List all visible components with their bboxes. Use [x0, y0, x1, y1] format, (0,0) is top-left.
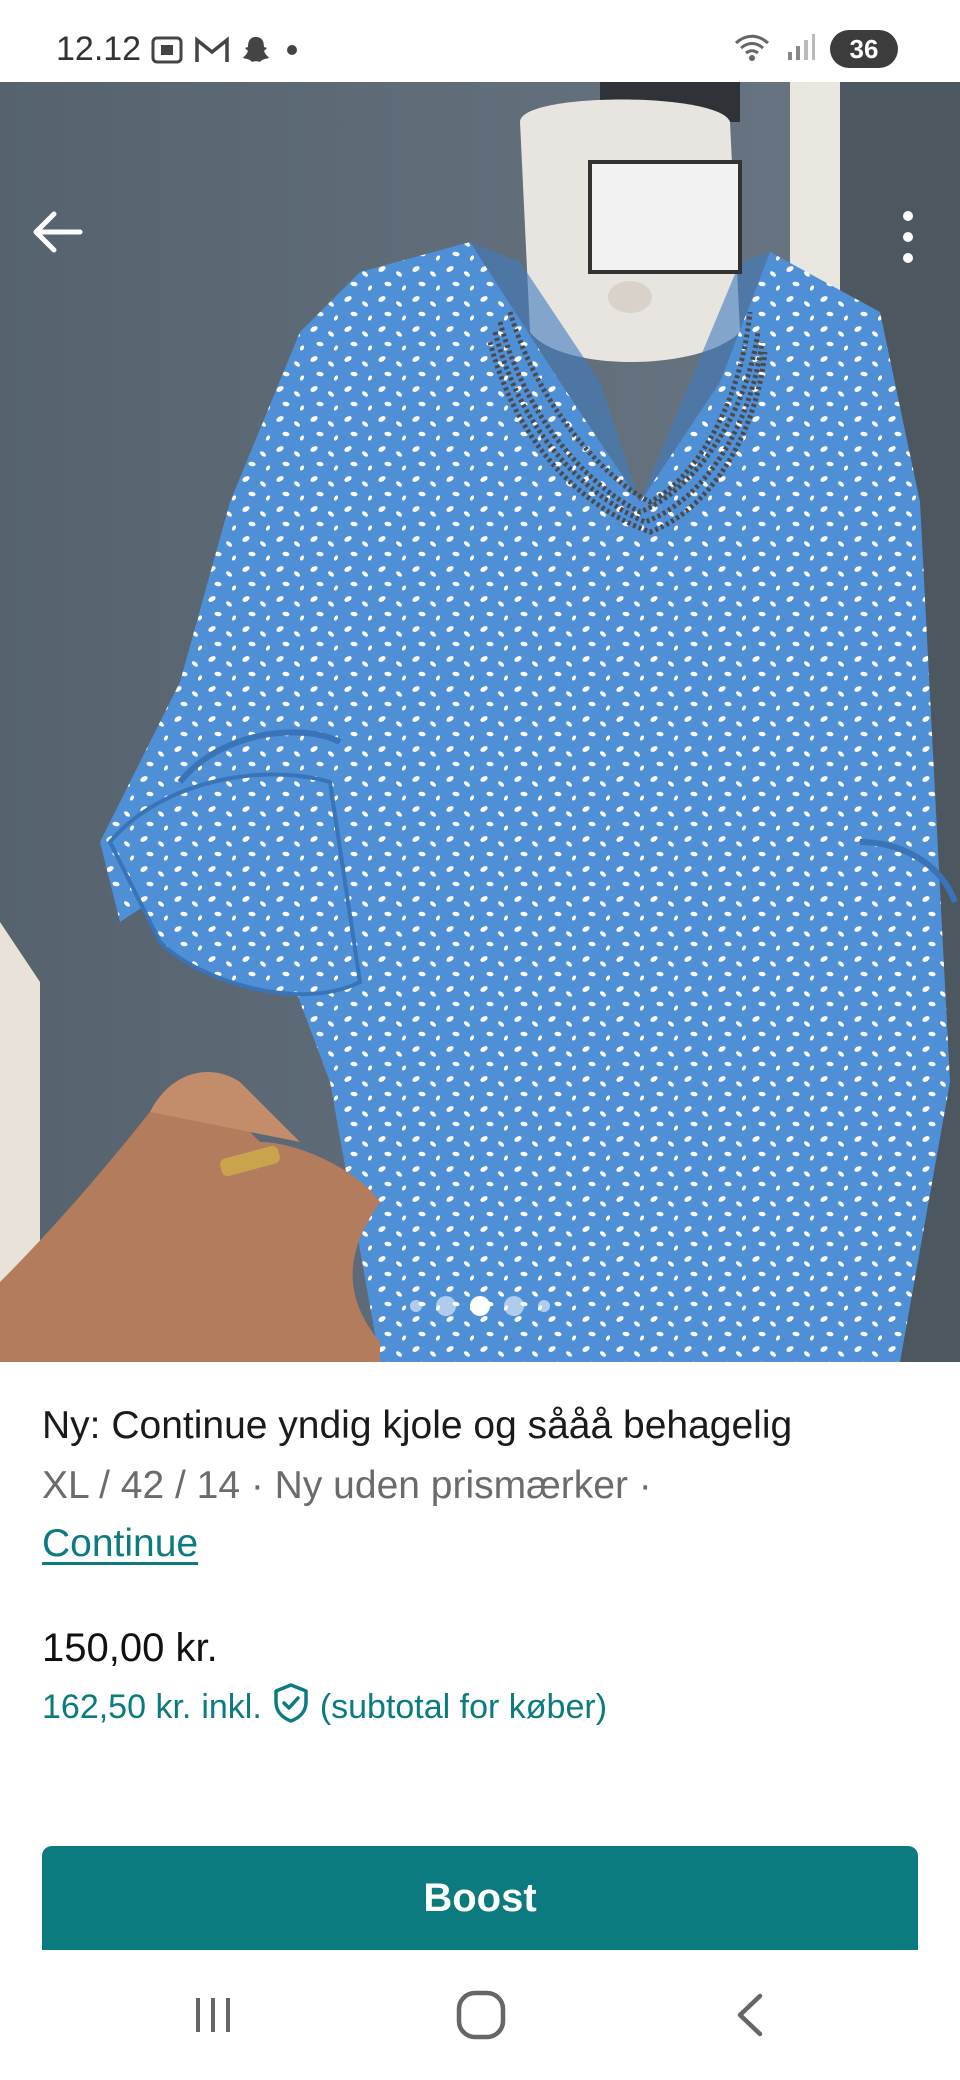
product-meta: XL / 42 / 14 · Ny uden prismærker · — [42, 1464, 652, 1507]
more-vertical-icon — [903, 211, 913, 263]
signal-icon — [786, 32, 816, 67]
shield-check-icon — [272, 1682, 310, 1733]
buyer-price: 162,50 kr. — [42, 1688, 192, 1726]
carousel-indicator — [410, 1296, 550, 1316]
product-title: Ny: Continue yndig kjole og sååå behagel… — [42, 1404, 793, 1447]
status-time: 12.12 — [56, 30, 142, 68]
battery-badge: 36 — [830, 30, 898, 68]
dot-icon — [282, 40, 302, 65]
boost-button[interactable]: Boost — [42, 1846, 918, 1950]
system-icons: 36 — [732, 30, 898, 68]
home-button[interactable] — [446, 1980, 516, 2050]
notification-icons — [150, 34, 302, 71]
recent-apps-button[interactable] — [178, 1980, 248, 2050]
carousel-dot-active[interactable] — [470, 1296, 490, 1316]
carousel-dot[interactable] — [538, 1300, 550, 1312]
gmail-icon — [194, 36, 230, 69]
recent-apps-icon — [196, 1998, 230, 2032]
home-icon — [456, 1990, 506, 2040]
carousel-dot[interactable] — [410, 1300, 422, 1312]
snapchat-icon — [240, 34, 272, 71]
item-price: 150,00 kr. — [42, 1626, 218, 1670]
carousel-dot[interactable] — [504, 1296, 524, 1316]
back-nav-button[interactable] — [716, 1980, 786, 2050]
carousel-dot[interactable] — [436, 1296, 456, 1316]
android-nav-bar — [0, 1950, 960, 2080]
buyer-incl: inkl. — [201, 1688, 262, 1726]
wifi-icon — [732, 31, 772, 68]
brand-link[interactable]: Continue — [42, 1516, 198, 1572]
status-bar: 12.12 36 — [0, 0, 960, 82]
buyer-note: (subtotal for køber) — [319, 1688, 608, 1726]
chevron-left-icon — [737, 1993, 763, 2037]
more-options-button[interactable] — [878, 202, 938, 272]
product-info: Ny: Continue yndig kjole og sååå behagel… — [42, 1400, 922, 1572]
back-button[interactable] — [28, 202, 88, 262]
buyer-price-row[interactable]: 162,50 kr. inkl. (subtotal for køber) — [42, 1682, 607, 1733]
screenshot-icon — [150, 35, 184, 70]
product-photo[interactable] — [0, 82, 960, 1362]
arrow-left-icon — [33, 211, 83, 253]
dress-image — [0, 82, 960, 1362]
